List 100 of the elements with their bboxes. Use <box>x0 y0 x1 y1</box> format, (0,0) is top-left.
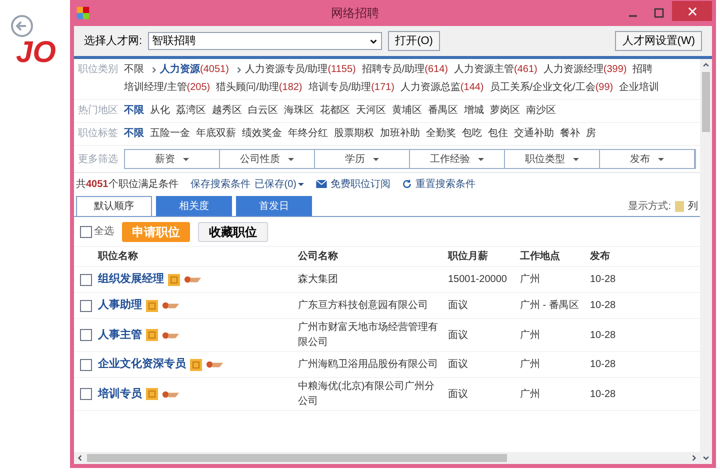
scroll-right-icon <box>690 454 698 462</box>
filter-option[interactable]: 五险一金 <box>150 125 190 143</box>
sort-tab[interactable]: 相关度 <box>156 196 232 216</box>
filter-option[interactable]: 从化 <box>150 102 170 120</box>
filter-option[interactable]: 海珠区 <box>284 102 314 120</box>
caret-down-icon <box>478 158 484 160</box>
result-count: 共4051个职位满足条件 <box>76 178 178 192</box>
favorite-button[interactable]: 收藏职位 <box>198 222 268 242</box>
filter-option[interactable]: 不限 <box>124 102 144 120</box>
filter-option[interactable]: 年终分红 <box>288 125 328 143</box>
filter-option[interactable]: 人力资源专员/助理(1155) <box>244 61 356 79</box>
filter-label: 热门地区 <box>78 104 119 118</box>
display-mode-option[interactable]: 列 <box>688 198 698 214</box>
scroll-left-icon <box>76 454 84 462</box>
site-settings-button[interactable]: 人才网设置(W) <box>615 31 702 51</box>
filter-option[interactable]: 荔湾区 <box>176 102 206 120</box>
filter-dropdown[interactable]: 公司性质 <box>220 150 315 168</box>
filter-option[interactable]: 包住 <box>488 125 508 143</box>
checkbox[interactable] <box>80 388 92 400</box>
filter-option[interactable]: 越秀区 <box>212 102 242 120</box>
filter-label: 更多筛选 <box>78 152 119 166</box>
filter-dropdown[interactable]: 职位类型 <box>505 150 600 168</box>
location-cell-text: 广州 <box>520 272 541 287</box>
filter-option[interactable]: 不限 <box>124 125 144 143</box>
filter-option[interactable]: 增城 <box>464 102 484 120</box>
company-cell-text: 广东亘方科技创意园有限公司 <box>298 298 429 313</box>
job-title-link[interactable]: 人事主管 <box>98 326 142 344</box>
job-title-link[interactable]: 培训专员 <box>98 386 142 402</box>
column-header: 职位月薪 <box>448 250 489 264</box>
filter-option[interactable]: 人力资源主管(461) <box>454 61 538 79</box>
job-title-link[interactable]: 组织发展经理 <box>98 271 164 288</box>
job-title-link[interactable]: 企业文化资深专员 <box>98 356 186 373</box>
horizontal-scrollbar[interactable] <box>74 452 700 464</box>
caret-down-icon <box>573 158 579 160</box>
wing-icon <box>162 330 180 340</box>
company-cell-text: 森大集团 <box>298 272 339 287</box>
filter-option[interactable]: 花都区 <box>320 102 350 120</box>
save-search-link[interactable]: 保存搜索条件 <box>190 176 250 192</box>
filter-dropdown[interactable]: 薪资 <box>125 150 220 168</box>
vertical-scrollbar[interactable] <box>700 59 712 464</box>
filter-option[interactable]: 员工关系/企业文化/工会(99) <box>490 79 614 97</box>
checkbox[interactable] <box>80 274 92 286</box>
scrollbar-thumb[interactable] <box>87 454 507 462</box>
caret-down-icon <box>183 158 189 160</box>
filter-option[interactable]: 股票期权 <box>334 125 374 143</box>
filter-option[interactable]: 南沙区 <box>526 102 556 120</box>
filter-option[interactable]: 包吃 <box>462 125 482 143</box>
salary-cell-text: 面议 <box>448 358 469 372</box>
filter-option[interactable]: 绩效奖金 <box>242 125 282 143</box>
filter-dropdown[interactable]: 工作经验 <box>410 150 505 168</box>
tag-icon <box>190 358 202 370</box>
filter-option[interactable]: 人力资源总监(144) <box>400 79 484 97</box>
filter-option[interactable]: 黄埔区 <box>392 102 422 120</box>
filter-option[interactable]: 全勤奖 <box>426 125 456 143</box>
checkbox[interactable] <box>80 226 92 238</box>
filter-option[interactable]: 人力资源经理(399) <box>543 61 627 79</box>
filter-option[interactable]: 天河区 <box>356 102 386 120</box>
filter-option[interactable]: 餐补 <box>560 125 580 143</box>
subscribe-link[interactable]: 免费职位订阅 <box>330 176 390 192</box>
filter-option[interactable]: 招聘专员/助理(614) <box>362 61 448 79</box>
filter-option[interactable]: 萝岗区 <box>490 102 520 120</box>
date-cell-text: 10-28 <box>590 328 617 342</box>
column-header: 发布 <box>590 250 611 264</box>
sort-tab[interactable]: 首发日 <box>236 196 312 216</box>
filter-option[interactable]: 人力资源(4051) <box>160 61 229 79</box>
checkbox[interactable] <box>80 358 92 370</box>
close-icon <box>688 6 696 16</box>
maximize-icon[interactable] <box>654 8 664 18</box>
filter-option[interactable]: 培训经理/主管(205) <box>124 79 210 97</box>
location-cell-text: 广州 <box>520 388 541 402</box>
filter-option[interactable]: 培训专员/助理(171) <box>308 79 394 97</box>
filter-option[interactable]: 企业培训 <box>619 79 660 97</box>
filter-option[interactable]: 番禺区 <box>428 102 458 120</box>
filter-option[interactable]: 加班补助 <box>380 125 420 143</box>
caret-down-icon <box>658 158 664 160</box>
filter-option[interactable]: 猎头顾问/助理(182) <box>216 79 302 97</box>
caret-down-icon <box>298 182 304 186</box>
filter-option[interactable]: 招聘 <box>632 61 653 79</box>
filter-option[interactable]: 年底双薪 <box>196 125 236 143</box>
scrollbar-thumb[interactable] <box>702 72 710 132</box>
filter-option[interactable]: 交通补助 <box>514 125 554 143</box>
checkbox[interactable] <box>80 329 92 341</box>
job-title-link[interactable]: 人事助理 <box>98 297 142 314</box>
open-button[interactable]: 打开(O) <box>388 31 440 51</box>
close-button[interactable] <box>672 1 712 21</box>
filter-dropdown[interactable]: 发布 <box>600 150 695 168</box>
column-header: 职位名称 <box>98 250 139 264</box>
filter-dropdown[interactable]: 学历 <box>315 150 410 168</box>
dropdown-caret-icon <box>369 36 378 46</box>
filter-option[interactable]: 房 <box>586 125 596 143</box>
filter-option[interactable]: 不限 <box>124 61 144 79</box>
saved-searches-link[interactable]: 已保存(0) <box>254 176 304 192</box>
sort-tab[interactable]: 默认顺序 <box>76 196 152 216</box>
filter-option[interactable]: 白云区 <box>248 102 278 120</box>
tag-icon <box>146 329 158 341</box>
site-select[interactable]: 智联招聘 <box>148 32 382 50</box>
caret-down-icon <box>288 158 294 160</box>
reset-search-link[interactable]: 重置搜索条件 <box>415 176 476 192</box>
checkbox[interactable] <box>80 300 92 312</box>
caret-down-icon <box>373 158 379 160</box>
